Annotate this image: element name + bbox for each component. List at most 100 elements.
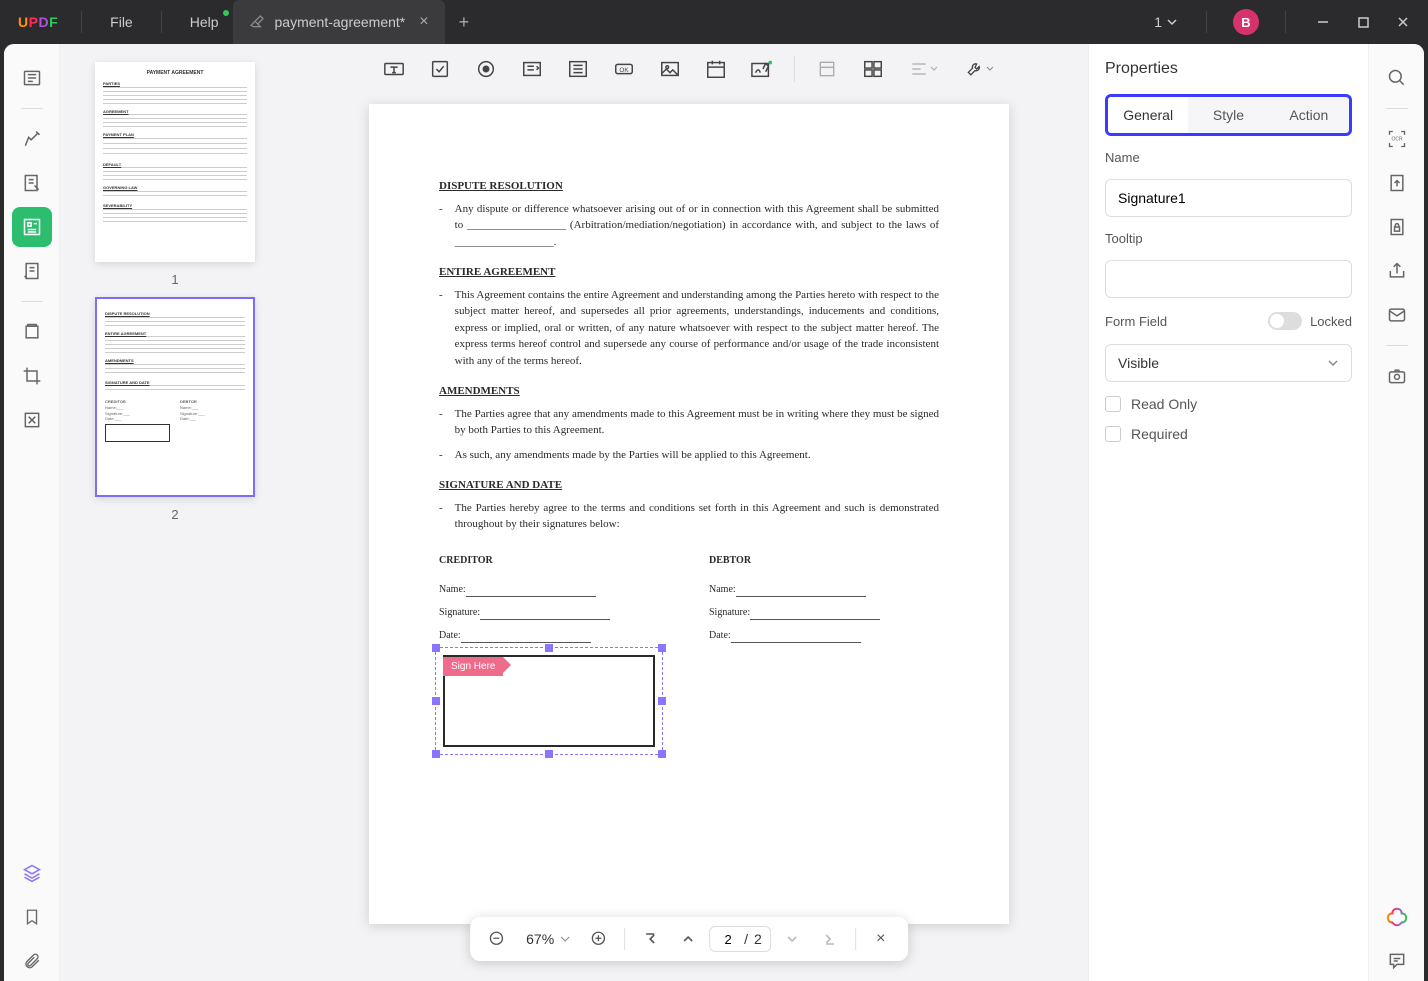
menu-help[interactable]: Help	[176, 0, 233, 44]
divider	[161, 11, 162, 33]
thumbnail-page-2[interactable]: DISPUTE RESOLUTION ENTIRE AGREEMENT AMEN…	[95, 297, 255, 497]
checkbox-tool[interactable]	[420, 49, 460, 89]
heading-dispute: DISPUTE RESOLUTION	[439, 178, 939, 195]
protect-button[interactable]	[1377, 207, 1417, 247]
layers-button[interactable]	[12, 853, 52, 893]
form-toolbar: OK	[290, 44, 1088, 94]
signature-tool[interactable]	[742, 49, 782, 89]
organize-mode-button[interactable]	[12, 251, 52, 291]
tab-action[interactable]: Action	[1269, 97, 1349, 133]
divider	[81, 11, 82, 33]
tab-title: payment-agreement*	[275, 14, 406, 30]
align-tool[interactable]	[899, 49, 949, 89]
date-field-tool[interactable]	[696, 49, 736, 89]
email-button[interactable]	[1377, 295, 1417, 335]
form-mode-button[interactable]	[12, 207, 52, 247]
comment-mode-button[interactable]	[12, 119, 52, 159]
titlebar: UPDF File Help payment-agreement* × + 1 …	[0, 0, 1428, 44]
heading-amendments: AMENDMENTS	[439, 383, 939, 400]
comment-button[interactable]	[1377, 941, 1417, 981]
properties-panel: Properties General Style Action Name Too…	[1088, 44, 1368, 981]
ocr-button[interactable]: OCR	[1377, 119, 1417, 159]
view-count[interactable]: 1	[1146, 14, 1186, 30]
watermark-button[interactable]	[12, 400, 52, 440]
thumbnail-number-2: 2	[171, 507, 178, 522]
dropdown-tool[interactable]	[512, 49, 552, 89]
menu-file[interactable]: File	[96, 0, 147, 44]
text-field-tool[interactable]	[374, 49, 414, 89]
app-logo: UPDF	[8, 14, 67, 30]
creditor-label: CREDITOR	[439, 553, 669, 568]
locked-label: Locked	[1310, 314, 1352, 329]
chevron-down-icon	[1166, 16, 1178, 28]
share-button[interactable]	[1377, 251, 1417, 291]
zoom-in-button[interactable]	[582, 922, 616, 956]
thumbnail-page-1[interactable]: PAYMENT AGREEMENT PARTIES AGREEMENT PAYM…	[95, 62, 255, 262]
search-button[interactable]	[1377, 58, 1417, 98]
chevron-down-icon	[929, 64, 939, 74]
chevron-down-icon	[985, 64, 995, 74]
document-viewport[interactable]: DISPUTE RESOLUTION -Any dispute or diffe…	[290, 94, 1088, 981]
screenshot-button[interactable]	[1377, 356, 1417, 396]
name-label: Name	[1105, 150, 1352, 165]
bookmark-button[interactable]	[12, 897, 52, 937]
left-sidebar	[4, 44, 60, 981]
tab-style[interactable]: Style	[1188, 97, 1268, 133]
next-page-button[interactable]	[775, 922, 809, 956]
tooltip-input[interactable]	[1105, 260, 1352, 298]
page-2: DISPUTE RESOLUTION -Any dispute or diffe…	[369, 104, 1009, 924]
update-dot-icon	[223, 10, 229, 16]
bottom-toolbar: 67% /2 ×	[470, 917, 908, 961]
properties-title: Properties	[1105, 60, 1352, 78]
required-checkbox[interactable]: Required	[1105, 426, 1352, 442]
zoom-dropdown[interactable]: 67%	[518, 931, 578, 947]
svg-text:OCR: OCR	[1391, 137, 1403, 143]
properties-tabs: General Style Action	[1105, 94, 1352, 136]
document-tab[interactable]: payment-agreement* ×	[233, 0, 445, 44]
maximize-button[interactable]	[1346, 0, 1380, 44]
edit-mode-button[interactable]	[12, 163, 52, 203]
compress-button[interactable]	[12, 312, 52, 352]
close-bottombar-button[interactable]: ×	[864, 922, 898, 956]
visibility-select[interactable]: Visible	[1105, 344, 1352, 382]
divider	[1285, 11, 1286, 33]
formfield-label: Form Field	[1105, 314, 1167, 329]
user-avatar[interactable]: B	[1233, 9, 1259, 35]
close-button[interactable]	[1386, 0, 1420, 44]
heading-signature: SIGNATURE AND DATE	[439, 477, 939, 494]
add-tab-button[interactable]: +	[445, 12, 484, 33]
readonly-checkbox[interactable]: Read Only	[1105, 396, 1352, 412]
tab-close-button[interactable]: ×	[415, 13, 432, 31]
chevron-down-icon	[560, 934, 570, 944]
image-field-tool[interactable]	[650, 49, 690, 89]
chevron-down-icon	[1327, 357, 1339, 369]
tab-order-tool[interactable]	[853, 49, 893, 89]
recognize-fields-tool[interactable]	[807, 49, 847, 89]
minimize-button[interactable]	[1306, 0, 1340, 44]
convert-button[interactable]	[1377, 163, 1417, 203]
tab-general[interactable]: General	[1108, 97, 1188, 133]
listbox-tool[interactable]	[558, 49, 598, 89]
button-tool[interactable]: OK	[604, 49, 644, 89]
first-page-button[interactable]	[633, 922, 667, 956]
attachment-button[interactable]	[12, 941, 52, 981]
right-sidebar: OCR	[1368, 44, 1424, 981]
name-input[interactable]	[1105, 179, 1352, 217]
heading-entire: ENTIRE AGREEMENT	[439, 264, 939, 281]
divider	[1206, 11, 1207, 33]
signature-field-selected[interactable]: Sign Here	[439, 651, 659, 751]
ai-button[interactable]	[1377, 897, 1417, 937]
tooltip-label: Tooltip	[1105, 231, 1352, 246]
thumbnail-panel: PAYMENT AGREEMENT PARTIES AGREEMENT PAYM…	[60, 44, 290, 981]
radio-tool[interactable]	[466, 49, 506, 89]
last-page-button[interactable]	[813, 922, 847, 956]
sign-here-badge: Sign Here	[443, 657, 503, 676]
reader-mode-button[interactable]	[12, 58, 52, 98]
page-number-input[interactable]: /2	[709, 926, 771, 952]
zoom-out-button[interactable]	[480, 922, 514, 956]
locked-toggle[interactable]	[1268, 312, 1302, 330]
svg-text:OK: OK	[619, 67, 629, 74]
prev-page-button[interactable]	[671, 922, 705, 956]
tools-tool[interactable]	[955, 49, 1005, 89]
crop-button[interactable]	[12, 356, 52, 396]
